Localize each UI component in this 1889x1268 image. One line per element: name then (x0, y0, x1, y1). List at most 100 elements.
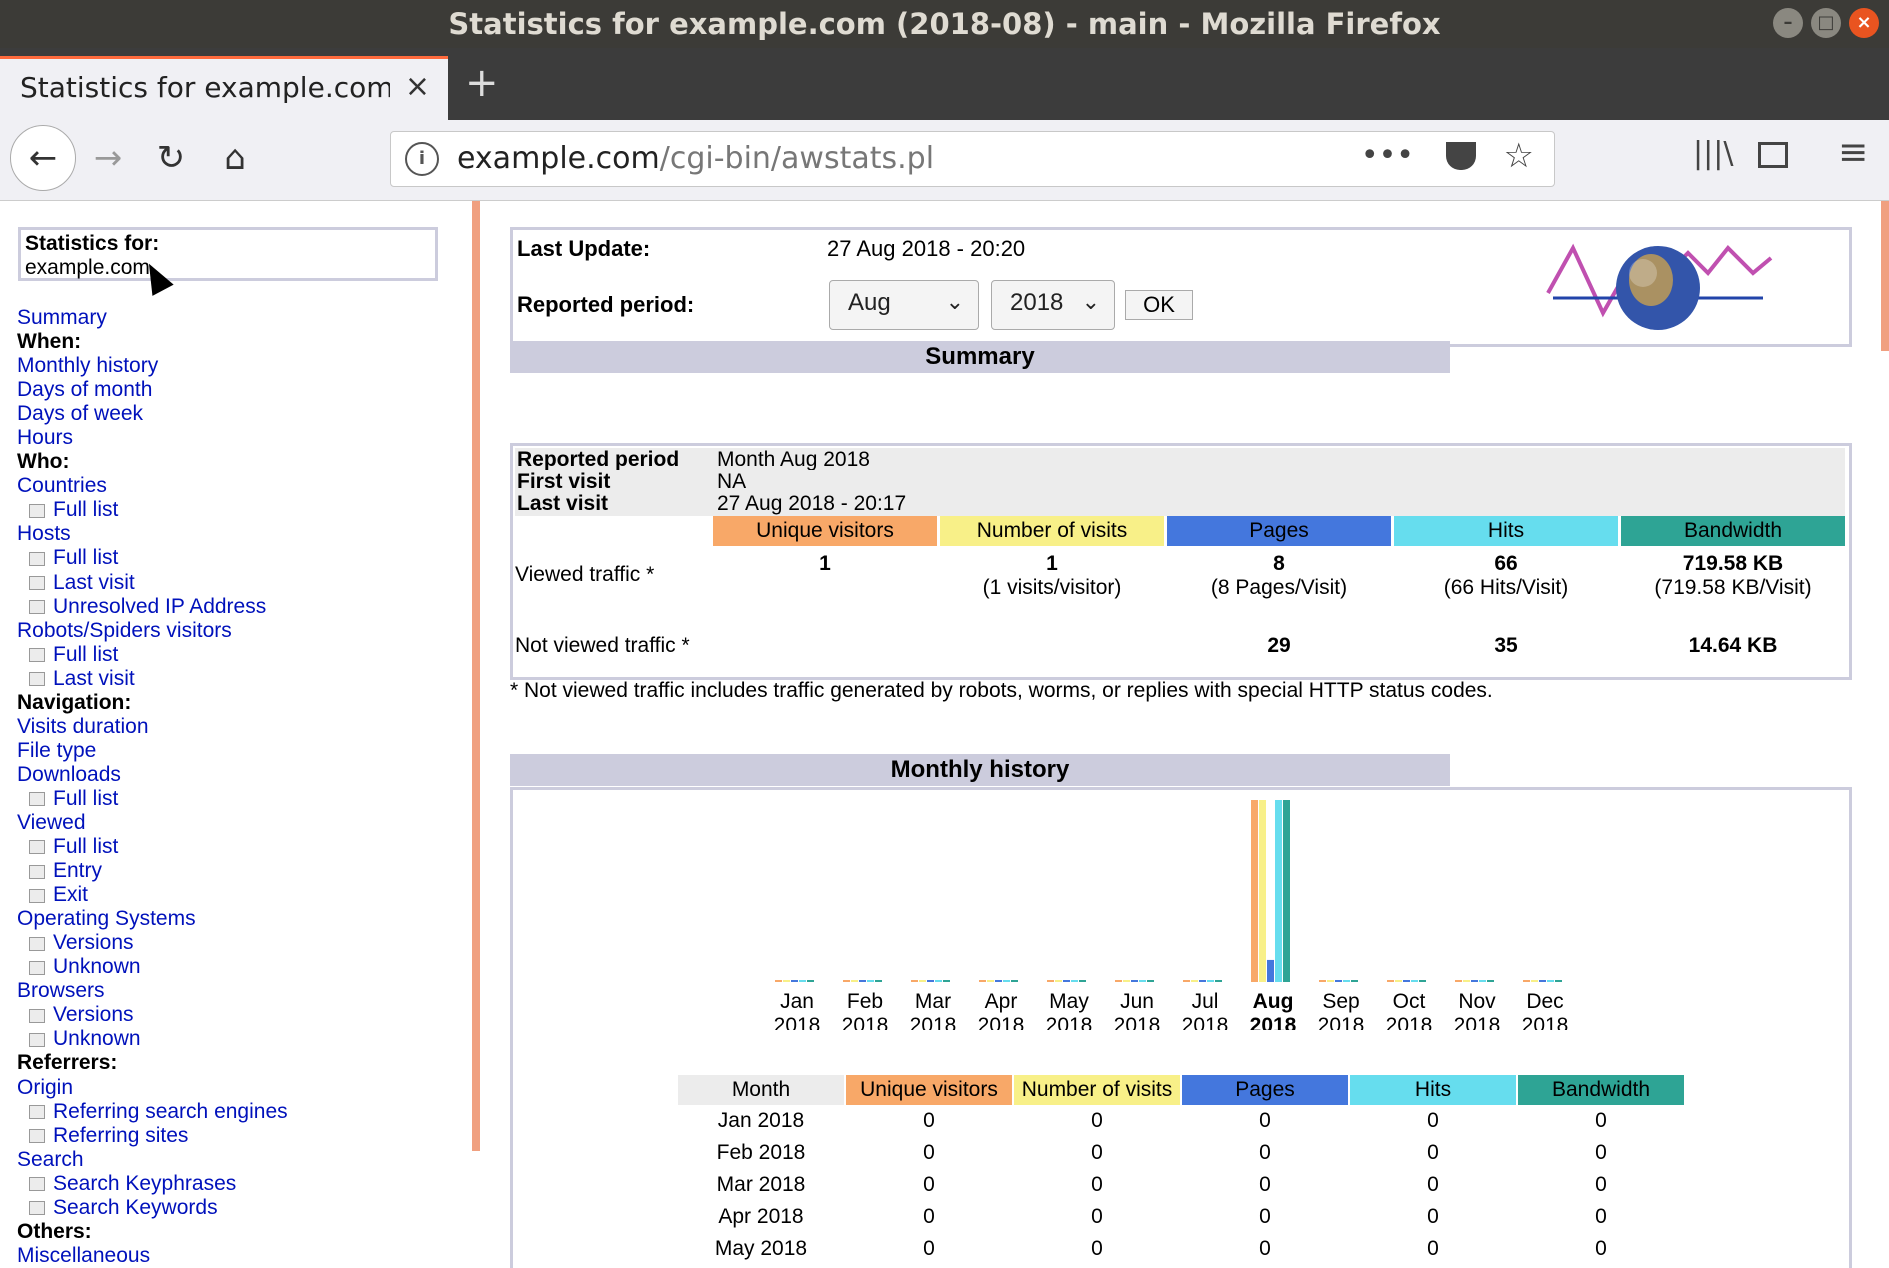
menu-link-file-type[interactable]: File type (17, 739, 288, 763)
history-cell-number-of-visits: 0 (1091, 1141, 1103, 1164)
awstats-logo[interactable] (1543, 238, 1773, 338)
menu-sublink-search-keywords[interactable]: Search Keywords (17, 1196, 288, 1220)
menu-link-summary[interactable]: Summary (17, 306, 288, 330)
menu-sublink-label: Full list (53, 498, 119, 522)
monthly-history-box: Jan 2018 Feb 2018 Mar 2018 Apr 2018 May 2018 Jun 20… (510, 787, 1852, 1268)
bar-unique-visitors-sep (1319, 980, 1326, 982)
tab-close-icon[interactable]: × (405, 69, 430, 104)
bar-number-of-visits-oct (1395, 980, 1402, 982)
menu-sublink-last-visit[interactable]: Last visit (17, 571, 288, 595)
viewed-bandwidth: 719.58 KB (719.58 KB/Visit) (1621, 552, 1845, 600)
minimize-button[interactable]: – (1773, 8, 1803, 38)
frame-divider[interactable] (472, 201, 480, 1151)
browser-tab[interactable]: Statistics for example.com (2 × (0, 56, 448, 120)
sidebar-toggle-icon[interactable] (1758, 142, 1788, 168)
tab-title: Statistics for example.com (2 (20, 71, 390, 104)
bar-number-of-visits-mar (919, 980, 926, 982)
home-button[interactable]: ⌂ (207, 128, 263, 188)
month-select[interactable]: Aug ⌄ (829, 280, 979, 330)
history-col-pages: Pages (1182, 1075, 1348, 1105)
menu-link-robots-spiders-visitors[interactable]: Robots/Spiders visitors (17, 619, 288, 643)
bar-bandwidth-dec (1555, 980, 1562, 982)
url-text[interactable]: example.com/cgi-bin/awstats.pl (457, 141, 934, 176)
menu-sublink-full-list[interactable]: Full list (17, 643, 288, 667)
history-cell-hits: 0 (1427, 1205, 1439, 1228)
history-cell-bandwidth: 0 (1595, 1141, 1607, 1164)
bar-hits-aug (1275, 800, 1282, 982)
traffic-footnote: * Not viewed traffic includes traffic ge… (510, 679, 1493, 702)
menu-link-search[interactable]: Search (17, 1148, 288, 1172)
back-button[interactable]: ← (10, 125, 76, 191)
hamburger-menu-icon[interactable]: ≡ (1838, 132, 1868, 173)
menu-sublink-full-list[interactable]: Full list (17, 787, 288, 811)
history-cell-bandwidth: 0 (1595, 1205, 1607, 1228)
menu-sublink-full-list[interactable]: Full list (17, 835, 288, 859)
page-actions-icon[interactable]: ••• (1361, 138, 1414, 173)
forward-button[interactable]: → (80, 128, 136, 188)
menu-sublink-referring-search-engines[interactable]: Referring search engines (17, 1100, 288, 1124)
menu-link-hours[interactable]: Hours (17, 426, 288, 450)
menu-sublink-entry[interactable]: Entry (17, 859, 288, 883)
bar-hits-jun (1139, 980, 1146, 982)
not-viewed-pages: 29 (1167, 634, 1391, 658)
not-viewed-bw-value: 14.64 KB (1688, 634, 1778, 657)
menu-link-downloads[interactable]: Downloads (17, 763, 288, 787)
new-tab-button[interactable]: + (465, 58, 499, 108)
history-cell-pages: 0 (1259, 1141, 1271, 1164)
reported-period-value: Month Aug 2018 (717, 448, 870, 471)
menu-link-visits-duration[interactable]: Visits duration (17, 715, 288, 739)
ok-button[interactable]: OK (1125, 290, 1193, 320)
menu-sublink-unknown[interactable]: Unknown (17, 955, 288, 979)
menu-link-operating-systems[interactable]: Operating Systems (17, 907, 288, 931)
x-tick-month-dec: Dec (1526, 990, 1563, 1013)
library-icon[interactable]: |||\ (1693, 136, 1733, 171)
reload-button[interactable]: ↻ (143, 128, 199, 188)
monthly-history-header: Monthly history (510, 754, 1450, 786)
url-host: example.com (457, 141, 660, 176)
menu-link-monthly-history[interactable]: Monthly history (17, 354, 288, 378)
viewed-number-of-visits: 1 (1 visits/visitor) (940, 552, 1164, 600)
page-content: Statistics for: example.com Summary When:… (0, 201, 1889, 1268)
menu-link-miscellaneous[interactable]: Miscellaneous (17, 1244, 288, 1268)
menu-link-viewed[interactable]: Viewed (17, 811, 288, 835)
x-tick-year-mar: 2018 (910, 1014, 957, 1030)
site-info-icon[interactable]: i (405, 142, 439, 176)
list-icon (29, 1177, 45, 1192)
chevron-down-icon: ⌄ (945, 289, 964, 314)
menu-sublink-full-list[interactable]: Full list (17, 546, 288, 570)
url-bar[interactable]: i example.com/cgi-bin/awstats.pl ••• ☆ (390, 131, 1555, 187)
maximize-button[interactable]: □ (1811, 8, 1841, 38)
menu-link-days-of-month[interactable]: Days of month (17, 378, 288, 402)
menu-sublink-full-list[interactable]: Full list (17, 498, 288, 522)
menu-sublink-unresolved-ip-address[interactable]: Unresolved IP Address (17, 595, 288, 619)
navigation-toolbar: ← → ↻ ⌂ i example.com/cgi-bin/awstats.pl… (0, 120, 1889, 201)
menu-sublink-versions[interactable]: Versions (17, 1003, 288, 1027)
menu-link-countries[interactable]: Countries (17, 474, 288, 498)
menu-sublink-versions[interactable]: Versions (17, 931, 288, 955)
menu-sublink-exit[interactable]: Exit (17, 883, 288, 907)
list-icon (29, 840, 45, 855)
menu-link-days-of-week[interactable]: Days of week (17, 402, 288, 426)
x-tick-month-feb: Feb (847, 990, 883, 1013)
menu-sublink-search-keyphrases[interactable]: Search Keyphrases (17, 1172, 288, 1196)
pocket-icon[interactable] (1446, 142, 1476, 170)
bar-unique-visitors-oct (1387, 980, 1394, 982)
menu-sublink-referring-sites[interactable]: Referring sites (17, 1124, 288, 1148)
bar-hits-mar (935, 980, 942, 982)
menu-sublink-last-visit[interactable]: Last visit (17, 667, 288, 691)
menu-link-origin[interactable]: Origin (17, 1076, 288, 1100)
history-col-hits: Hits (1350, 1075, 1516, 1105)
menu-sublink-unknown[interactable]: Unknown (17, 1027, 288, 1051)
bar-hits-jan (799, 980, 806, 982)
menu-link-hosts[interactable]: Hosts (17, 522, 288, 546)
scrollbar-thumb[interactable] (1881, 201, 1889, 351)
not-viewed-ht-value: 35 (1494, 634, 1518, 657)
bar-number-of-visits-jan (783, 980, 790, 982)
menu-sublink-label: Entry (53, 859, 103, 883)
bar-number-of-visits-jul (1191, 980, 1198, 982)
year-select[interactable]: 2018 ⌄ (991, 280, 1115, 330)
close-window-button[interactable]: × (1849, 8, 1879, 38)
bookmark-star-icon[interactable]: ☆ (1504, 136, 1534, 176)
list-icon (29, 960, 45, 975)
menu-link-browsers[interactable]: Browsers (17, 979, 288, 1003)
